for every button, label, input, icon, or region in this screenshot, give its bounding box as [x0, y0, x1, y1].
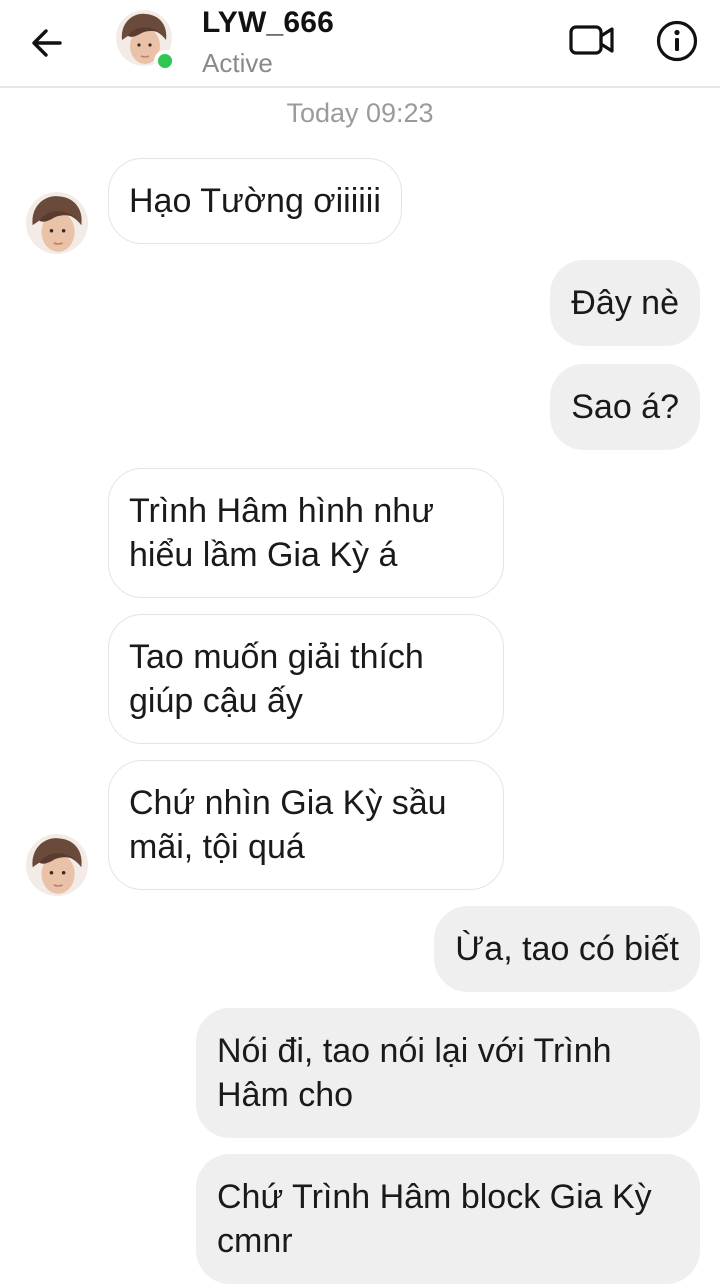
chat-timestamp: Today 09:23 [286, 98, 434, 128]
message-text-line: Chứ nhìn Gia Kỳ sầu [129, 784, 447, 822]
back-button[interactable] [22, 18, 72, 68]
message-text-line: hiểu lầm Gia Kỳ á [129, 536, 398, 574]
info-icon [656, 20, 698, 62]
sender-avatar[interactable] [26, 192, 88, 254]
chat-header: LYW_666 Active [0, 0, 720, 88]
contact-avatar[interactable] [116, 10, 176, 72]
message-incoming[interactable]: Tao muốn giải thích giúp cậu ấy [108, 614, 504, 744]
info-button[interactable] [650, 14, 704, 68]
message-incoming[interactable]: Hạo Tường ơiiiiii [108, 158, 402, 244]
sender-avatar[interactable] [26, 834, 88, 896]
message-outgoing[interactable]: Nói đi, tao nói lại với Trình Hâm cho [196, 1008, 700, 1138]
message-text-line: cmnr [217, 1222, 293, 1260]
message-text: Sao á? [571, 388, 679, 426]
message-outgoing[interactable]: Sao á? [550, 364, 700, 450]
contact-name[interactable]: LYW_666 [202, 6, 334, 40]
chat-screen: LYW_666 Active Today 09:23 Hạo Tường ơii… [0, 0, 720, 1288]
message-outgoing[interactable]: Đây nè [550, 260, 700, 346]
video-call-button[interactable] [564, 16, 620, 64]
message-text-line: Chứ Trình Hâm block Gia Kỳ [217, 1178, 652, 1216]
message-text-line: giúp cậu ấy [129, 682, 303, 720]
message-text: Ừa, tao có biết [455, 930, 679, 968]
arrow-left-icon [32, 29, 62, 57]
message-outgoing[interactable]: Chứ Trình Hâm block Gia Kỳ cmnr [196, 1154, 700, 1284]
message-text-line: Trình Hâm hình như [129, 492, 434, 530]
message-text-line: Tao muốn giải thích [129, 638, 424, 676]
message-text: Đây nè [571, 284, 679, 322]
message-text-line: Nói đi, tao nói lại với Trình [217, 1032, 612, 1070]
video-call-icon [569, 25, 614, 55]
message-incoming[interactable]: Trình Hâm hình như hiểu lầm Gia Kỳ á [108, 468, 504, 598]
message-incoming[interactable]: Chứ nhìn Gia Kỳ sầu mãi, tội quá [108, 760, 504, 890]
contact-status: Active [202, 48, 273, 78]
message-outgoing[interactable]: Ừa, tao có biết [434, 906, 700, 992]
message-text: Hạo Tường ơiiiiii [129, 182, 381, 220]
message-text-line: mãi, tội quá [129, 828, 305, 866]
online-status-dot [154, 50, 176, 72]
message-text-line: Hâm cho [217, 1076, 354, 1114]
